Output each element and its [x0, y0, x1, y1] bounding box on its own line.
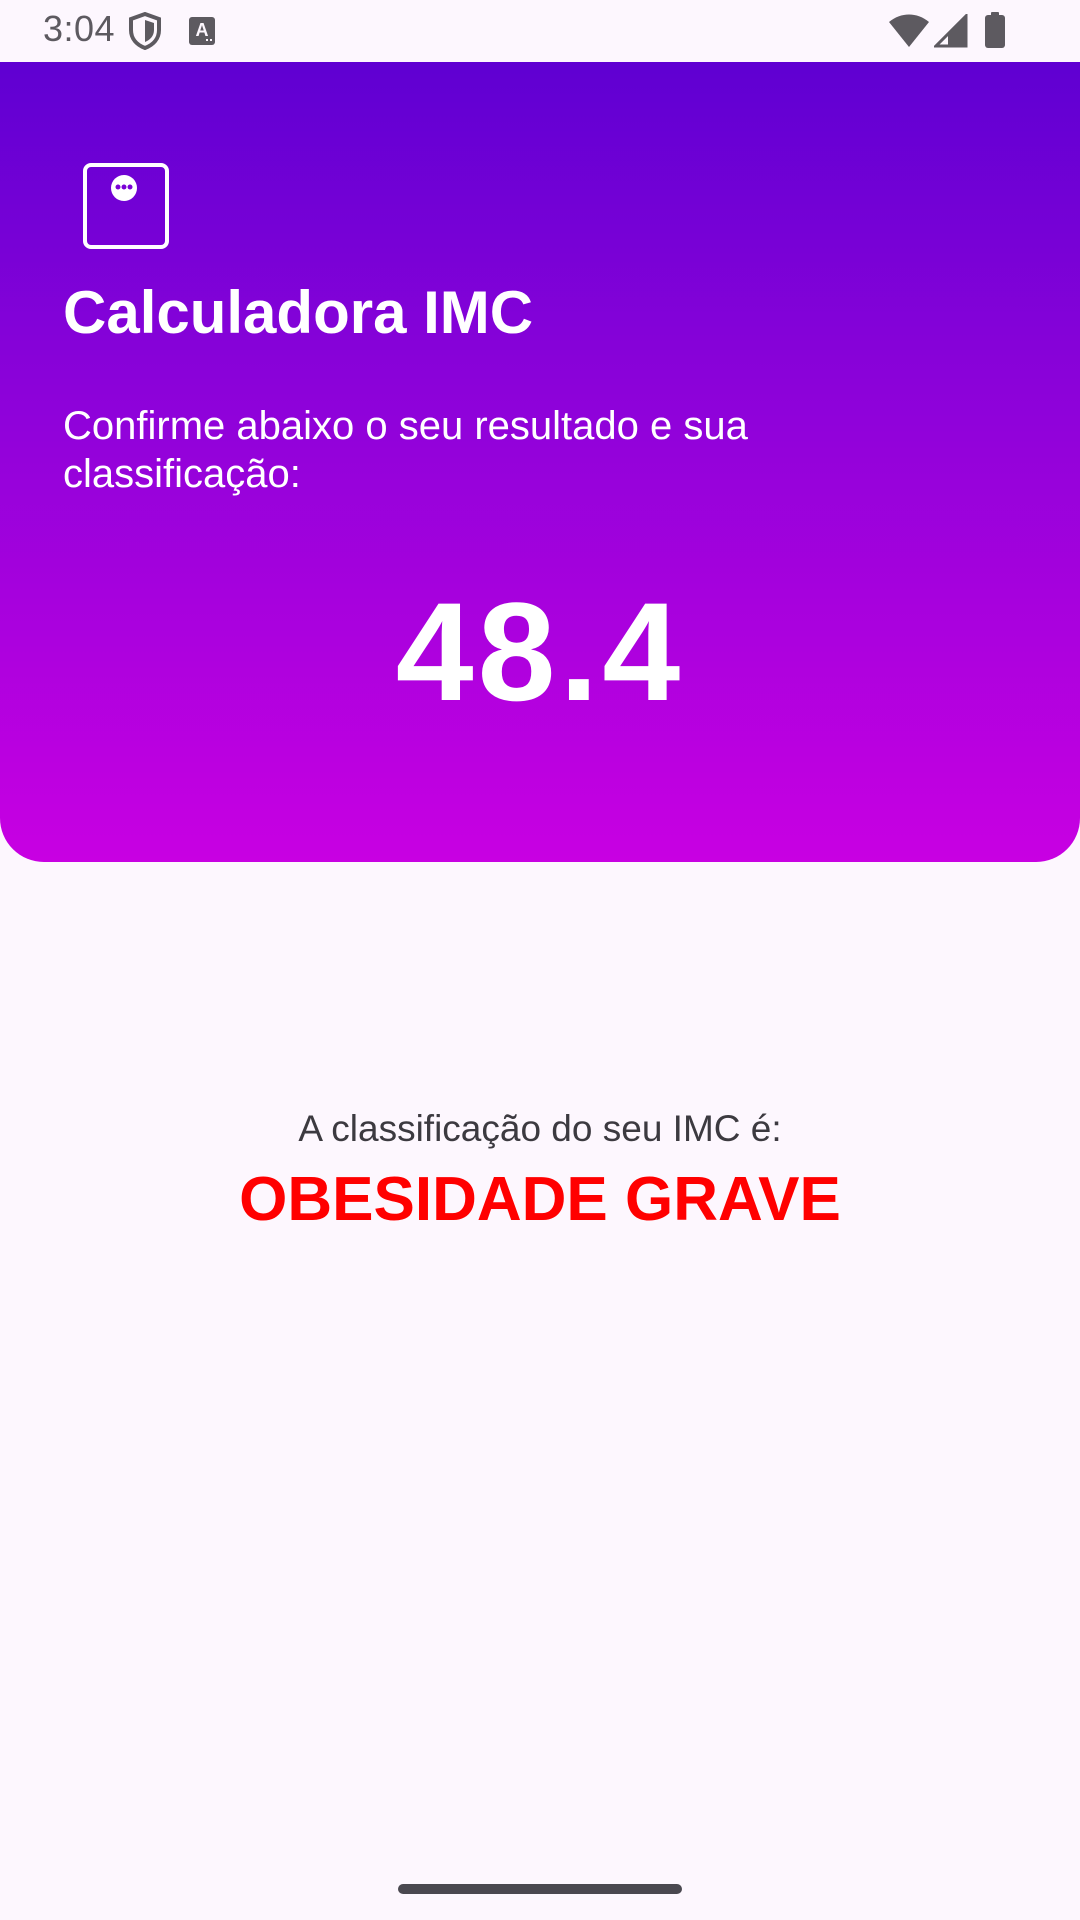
wifi-icon — [888, 14, 930, 53]
svg-text:A: A — [196, 20, 209, 40]
bmi-value: 48.4 — [395, 573, 685, 730]
page-subtitle: Confirme abaixo o seu resultado e sua cl… — [63, 404, 748, 496]
scale-icon — [82, 162, 170, 255]
gesture-nav-handle[interactable] — [398, 1884, 682, 1894]
shield-icon — [128, 11, 162, 55]
cell-signal-icon — [932, 12, 968, 53]
page-title: Calculadora IMC — [63, 279, 534, 346]
status-bar: 3:04 A — [0, 0, 1080, 62]
keyboard-a-icon: A — [188, 16, 216, 51]
header-card: Calculadora IMC Confirme abaixo o seu re… — [0, 62, 1080, 862]
result-classification: OBESIDADE GRAVE — [239, 1165, 841, 1234]
battery-icon — [984, 12, 1006, 53]
result-label: A classificação do seu IMC é: — [298, 1108, 782, 1149]
status-time: 3:04 — [43, 8, 116, 49]
